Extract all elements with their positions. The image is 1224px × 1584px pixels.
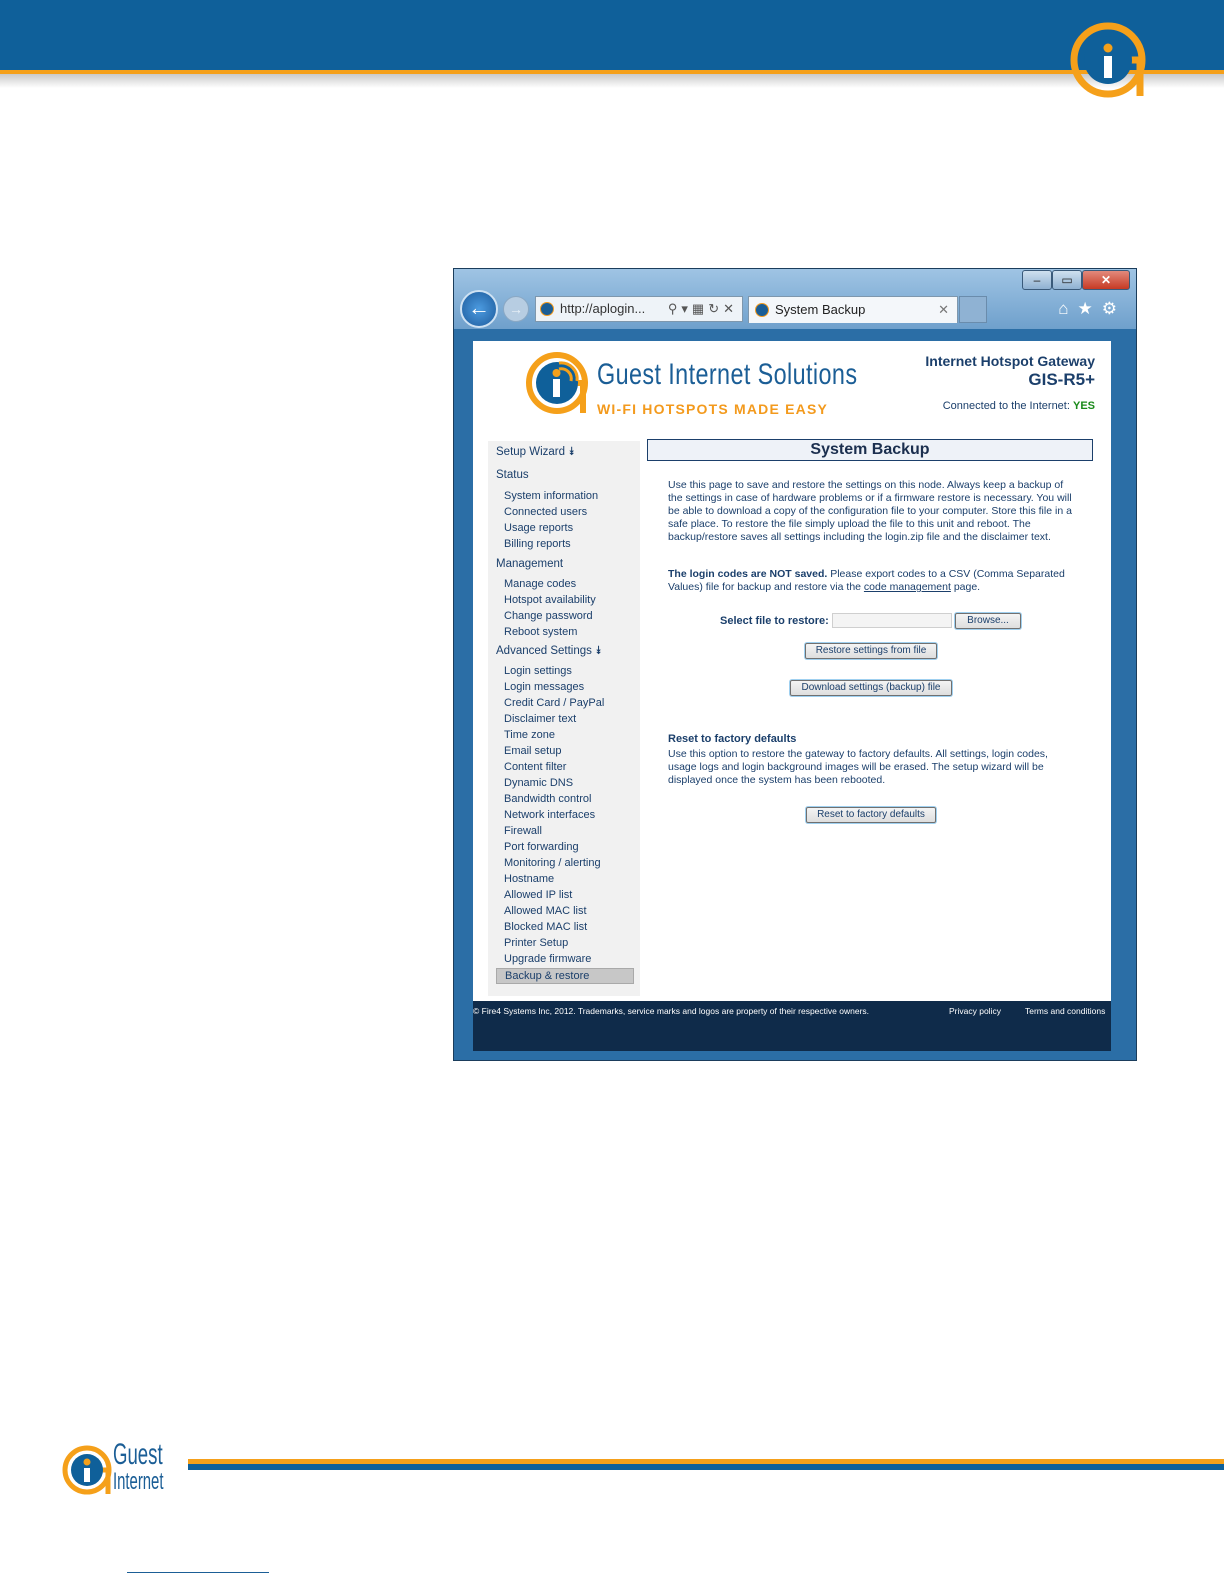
sidebar-item-network-interfaces[interactable]: Network interfaces xyxy=(504,809,595,821)
home-icon[interactable]: ⌂ xyxy=(1058,299,1077,318)
address-text: http://aplogin... xyxy=(560,301,646,316)
sidebar-item-hotspot-availability[interactable]: Hotspot availability xyxy=(504,594,596,606)
star-icon[interactable]: ★ xyxy=(1078,299,1102,318)
page-title: System Backup xyxy=(647,439,1093,461)
footer-link-underline xyxy=(127,1572,269,1573)
intro-text: Use this page to save and restore the se… xyxy=(668,479,1072,543)
sidebar-item-monitoring-alerting[interactable]: Monitoring / alerting xyxy=(504,857,601,869)
codes-note: The login codes are NOT saved. Please ex… xyxy=(668,568,1078,594)
minimize-button[interactable]: – xyxy=(1022,270,1052,290)
browser-window: – ▭ ✕ ← → http://aplogin... ⚲▾▦↻✕ System… xyxy=(453,268,1137,1061)
sidebar-nav: Setup Wizard ⯯ Status System information… xyxy=(488,441,640,996)
select-file-label: Select file to restore: xyxy=(720,615,829,627)
connection-value: YES xyxy=(1072,400,1095,412)
sidebar-item-email-setup[interactable]: Email setup xyxy=(504,745,561,757)
close-tab-icon[interactable]: ✕ xyxy=(938,297,949,323)
address-tools-icon[interactable]: ⚲▾▦↻✕ xyxy=(668,297,738,321)
terms-link[interactable]: Terms and conditions xyxy=(1025,1006,1105,1016)
document-header-shadow xyxy=(0,74,1224,88)
sidebar-heading-advanced-settings[interactable]: Advanced Settings ⯯ xyxy=(496,645,602,658)
document-header-band xyxy=(0,0,1224,70)
sidebar-item-login-messages[interactable]: Login messages xyxy=(504,681,584,693)
sidebar-item-manage-codes[interactable]: Manage codes xyxy=(504,578,576,590)
sidebar-item-printer-setup[interactable]: Printer Setup xyxy=(504,937,568,949)
forward-arrow-icon[interactable]: → xyxy=(503,296,529,322)
sidebar-item-blocked-mac-list[interactable]: Blocked MAC list xyxy=(504,921,587,933)
connection-status: Connected to the Internet: YES xyxy=(943,400,1095,412)
codes-note-end: page. xyxy=(950,581,981,593)
copyright-text: © Fire4 Systems Inc, 2012. Trademarks, s… xyxy=(473,1006,870,1016)
tab-title: System Backup xyxy=(775,302,866,317)
reset-heading: Reset to factory defaults xyxy=(668,733,797,745)
download-settings-button[interactable]: Download settings (backup) file xyxy=(790,680,952,696)
sidebar-item-time-zone[interactable]: Time zone xyxy=(504,729,555,741)
code-management-link[interactable]: code management xyxy=(864,581,951,593)
sidebar-item-credit-card-paypal[interactable]: Credit Card / PayPal xyxy=(504,697,604,709)
tab-system-backup[interactable]: System Backup ✕ xyxy=(748,296,958,323)
brand-tagline: WI-FI HOTSPOTS MADE EASY xyxy=(597,401,829,417)
brand-logo-icon xyxy=(526,352,588,414)
footer-logo-word-guest: Guest xyxy=(113,1438,163,1471)
back-arrow-icon[interactable]: ← xyxy=(460,290,498,328)
tab-favicon-icon xyxy=(755,303,769,317)
codes-note-bold: The login codes are NOT saved. xyxy=(668,568,828,580)
page-footer: © Fire4 Systems Inc, 2012. Trademarks, s… xyxy=(473,1001,1111,1051)
reset-factory-defaults-button[interactable]: Reset to factory defaults xyxy=(806,807,936,823)
sidebar-setup-wizard[interactable]: Setup Wizard ⯯ xyxy=(496,446,575,459)
toolbar-icons: ⌂★⚙ xyxy=(1058,296,1126,322)
guest-internet-logo-icon xyxy=(1070,22,1146,98)
sidebar-item-usage-reports[interactable]: Usage reports xyxy=(504,522,573,534)
maximize-button[interactable]: ▭ xyxy=(1052,270,1082,290)
sidebar-heading-status: Status xyxy=(496,469,529,481)
footer-blue-line xyxy=(188,1464,1224,1470)
product-line: Internet Hotspot Gateway xyxy=(925,353,1095,369)
sidebar-item-disclaimer-text[interactable]: Disclaimer text xyxy=(504,713,576,725)
footer-logo-icon xyxy=(62,1445,112,1495)
browse-button[interactable]: Browse... xyxy=(955,613,1021,629)
sidebar-item-bandwidth-control[interactable]: Bandwidth control xyxy=(504,793,591,805)
sidebar-item-hostname[interactable]: Hostname xyxy=(504,873,554,885)
sidebar-item-allowed-mac-list[interactable]: Allowed MAC list xyxy=(504,905,587,917)
sidebar-item-allowed-ip-list[interactable]: Allowed IP list xyxy=(504,889,572,901)
page-viewport: Guest Internet Solutions WI-FI HOTSPOTS … xyxy=(473,341,1111,1001)
sidebar-item-change-password[interactable]: Change password xyxy=(504,610,593,622)
sidebar-item-backup-restore[interactable]: Backup & restore xyxy=(496,968,634,984)
sidebar-item-system-information[interactable]: System information xyxy=(504,490,598,502)
brand-name: Guest Internet Solutions xyxy=(597,358,858,391)
sidebar-heading-management: Management xyxy=(496,558,564,570)
connection-label: Connected to the Internet: xyxy=(942,400,1070,412)
sidebar-item-connected-users[interactable]: Connected users xyxy=(504,506,587,518)
product-model: GIS-R5+ xyxy=(1028,370,1095,389)
gear-icon[interactable]: ⚙ xyxy=(1102,299,1126,318)
address-bar[interactable]: http://aplogin... ⚲▾▦↻✕ xyxy=(535,296,743,322)
footer-logo-word-internet: Internet xyxy=(113,1468,164,1495)
reset-text: Use this option to restore the gateway t… xyxy=(668,748,1048,786)
privacy-policy-link[interactable]: Privacy policy xyxy=(949,1006,1001,1016)
site-favicon-icon xyxy=(540,302,554,316)
sidebar-item-billing-reports[interactable]: Billing reports xyxy=(504,538,571,550)
sidebar-item-content-filter[interactable]: Content filter xyxy=(504,761,566,773)
restore-file-input[interactable] xyxy=(832,613,952,628)
sidebar-item-firewall[interactable]: Firewall xyxy=(504,825,542,837)
restore-settings-button[interactable]: Restore settings from file xyxy=(805,643,937,659)
sidebar-item-dynamic-dns[interactable]: Dynamic DNS xyxy=(504,777,573,789)
new-tab-button[interactable] xyxy=(959,296,987,323)
sidebar-item-port-forwarding[interactable]: Port forwarding xyxy=(504,841,579,853)
sidebar-item-reboot-system[interactable]: Reboot system xyxy=(504,626,577,638)
close-window-button[interactable]: ✕ xyxy=(1082,270,1130,290)
sidebar-item-upgrade-firmware[interactable]: Upgrade firmware xyxy=(504,953,591,965)
sidebar-item-login-settings[interactable]: Login settings xyxy=(504,665,572,677)
